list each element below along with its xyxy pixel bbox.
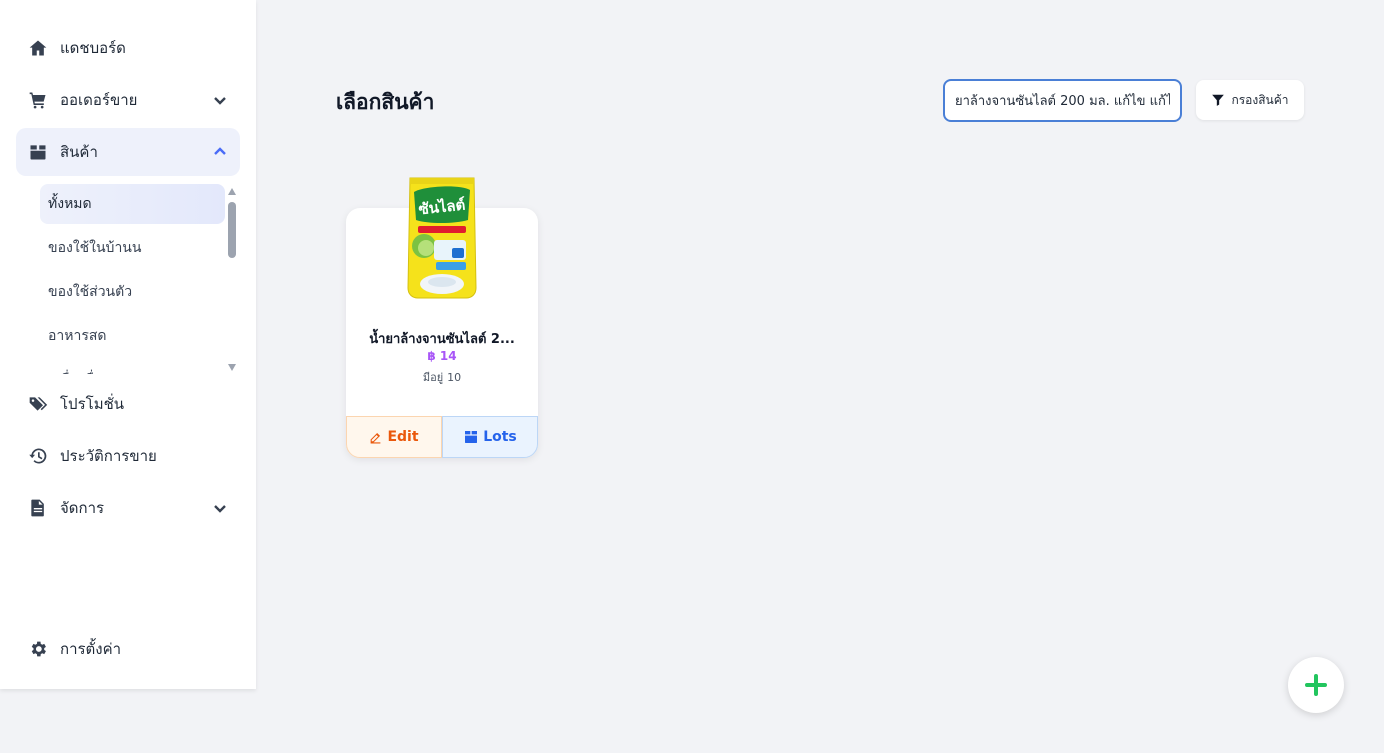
sidebar-item-label: การตั้งค่า: [60, 640, 122, 658]
box-icon: [465, 431, 478, 443]
sidebar-item-sales-history[interactable]: ประวัติการขาย: [16, 432, 240, 480]
add-product-button[interactable]: [1288, 657, 1344, 713]
scroll-down-arrow-icon[interactable]: [228, 364, 236, 371]
gear-icon: [28, 639, 48, 659]
edit-button[interactable]: Edit: [346, 416, 442, 458]
category-scrollbar[interactable]: [227, 186, 237, 372]
category-item-drinks[interactable]: เครื่องดื่ม: [40, 360, 225, 374]
product-stock: มีอยู่ 10: [346, 368, 538, 386]
sidebar-item-dashboard[interactable]: แดชบอร์ด: [16, 24, 240, 72]
sidebar-item-products[interactable]: สินค้า: [16, 128, 240, 176]
product-image: ซันไลต์: [407, 177, 477, 299]
category-item-household[interactable]: ของใช้ในบ้านน: [40, 228, 225, 268]
lots-button[interactable]: Lots: [442, 416, 538, 458]
category-item-personal[interactable]: ของใช้ส่วนตัว: [40, 272, 225, 312]
product-name: น้ำยาล้างจานซันไลต์ 2...: [369, 332, 515, 347]
scroll-thumb[interactable]: [228, 202, 236, 258]
product-price: ฿ 14: [427, 349, 457, 363]
cart-icon: [28, 90, 48, 110]
sidebar-item-sales-orders[interactable]: ออเดอร์ขาย: [16, 76, 240, 124]
sidebar-item-label: แดชบอร์ด: [60, 39, 126, 57]
home-icon: [28, 38, 48, 58]
sidebar-item-label: จัดการ: [60, 499, 105, 517]
sidebar-item-settings[interactable]: การตั้งค่า: [16, 625, 240, 673]
edit-button-label: Edit: [387, 429, 419, 445]
chevron-down-icon[interactable]: [212, 92, 228, 108]
history-icon: [28, 446, 48, 466]
sidebar-item-label: ออเดอร์ขาย: [60, 91, 138, 109]
chevron-down-icon[interactable]: [212, 500, 228, 516]
plus-icon: [1305, 674, 1327, 696]
lots-button-label: Lots: [483, 429, 517, 445]
stock-value: 10: [447, 371, 462, 384]
filter-icon: [1212, 94, 1225, 106]
filter-button[interactable]: กรองสินค้า: [1196, 80, 1304, 120]
pencil-icon: [371, 432, 381, 443]
box-icon: [28, 142, 48, 162]
page-title: เลือกสินค้า: [336, 90, 435, 114]
search-input[interactable]: [943, 79, 1182, 122]
chevron-up-icon[interactable]: [212, 144, 228, 160]
stock-label: มีอยู่: [422, 371, 444, 384]
product-category-list: ทั้งหมด ของใช้ในบ้านน ของใช้ส่วนตัว อาหา…: [40, 184, 240, 374]
scroll-up-arrow-icon[interactable]: [228, 188, 236, 195]
sidebar-item-manage[interactable]: จัดการ: [16, 484, 240, 532]
sidebar-item-label: สินค้า: [60, 143, 98, 161]
sidebar-item-label: ประวัติการขาย: [60, 447, 157, 465]
document-icon: [28, 498, 48, 518]
tags-icon: [28, 394, 48, 414]
sidebar-item-label: โปรโมชั่น: [60, 395, 125, 413]
category-item-fresh-food[interactable]: อาหารสด: [40, 316, 225, 356]
sidebar-item-promotions[interactable]: โปรโมชั่น: [16, 380, 240, 428]
sidebar: แดชบอร์ด ออเดอร์ขาย สินค้า ทั้งหมด ของใช…: [0, 0, 256, 689]
filter-button-label: กรองสินค้า: [1231, 92, 1289, 107]
category-item-all[interactable]: ทั้งหมด: [40, 184, 225, 224]
